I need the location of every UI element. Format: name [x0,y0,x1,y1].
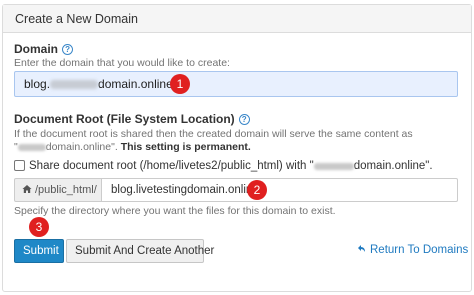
domain-label: Domain [14,42,59,56]
step-badge-1: 1 [170,74,190,94]
step-badge-3: 3 [29,217,49,237]
docroot-input[interactable]: blog.livetestingdomain.online [102,178,458,202]
domain-hint: Enter the domain that you would like to … [14,57,230,69]
docroot-prefix-addon: /public_html/ [14,178,102,202]
domain-input[interactable]: blog. domain.online [14,71,458,97]
docroot-note-line2: " domain.online". This setting is permane… [14,141,251,153]
docroot-label: Document Root (File System Location) [14,112,235,126]
step-badge-2: 2 [247,180,267,200]
question-circle-icon[interactable]: ? [238,114,250,125]
docroot-note-line1: If the document root is shared then the … [14,128,413,140]
domain-value-suffix: domain.online [98,77,173,91]
docroot-label-row: Document Root (File System Location)? [14,112,250,126]
share-docroot-checkbox[interactable] [14,160,25,171]
return-to-domains-link[interactable]: Return To Domains [356,244,468,256]
docroot-prefix: /public_html/ [35,184,97,196]
submit-and-create-another-button[interactable]: Submit And Create Another [66,239,214,263]
redacted-text [313,163,354,170]
submit-button[interactable]: Submit [14,239,64,263]
share-docroot-row[interactable]: Share document root (/home/livetes2/publ… [14,160,433,172]
redacted-text [17,144,46,151]
docroot-hint: Specify the directory where you want the… [14,205,336,217]
domain-label-row: Domain? [14,42,74,56]
question-circle-icon[interactable]: ? [62,44,74,55]
share-label-start: Share document root (/home/livetes2/publ… [29,160,314,172]
docroot-input-group: /public_html/ blog.livetestingdomain.onl… [14,178,458,202]
return-arrow-icon [358,245,365,252]
return-link-label: Return To Domains [370,244,469,256]
domain-value-prefix: blog. [24,77,51,91]
share-label-end: domain.online". [353,160,433,172]
permanent-warning: This setting is permanent. [120,141,251,153]
home-icon [22,185,32,193]
redacted-text [50,80,99,89]
panel-title: Create a New Domain [3,5,471,33]
